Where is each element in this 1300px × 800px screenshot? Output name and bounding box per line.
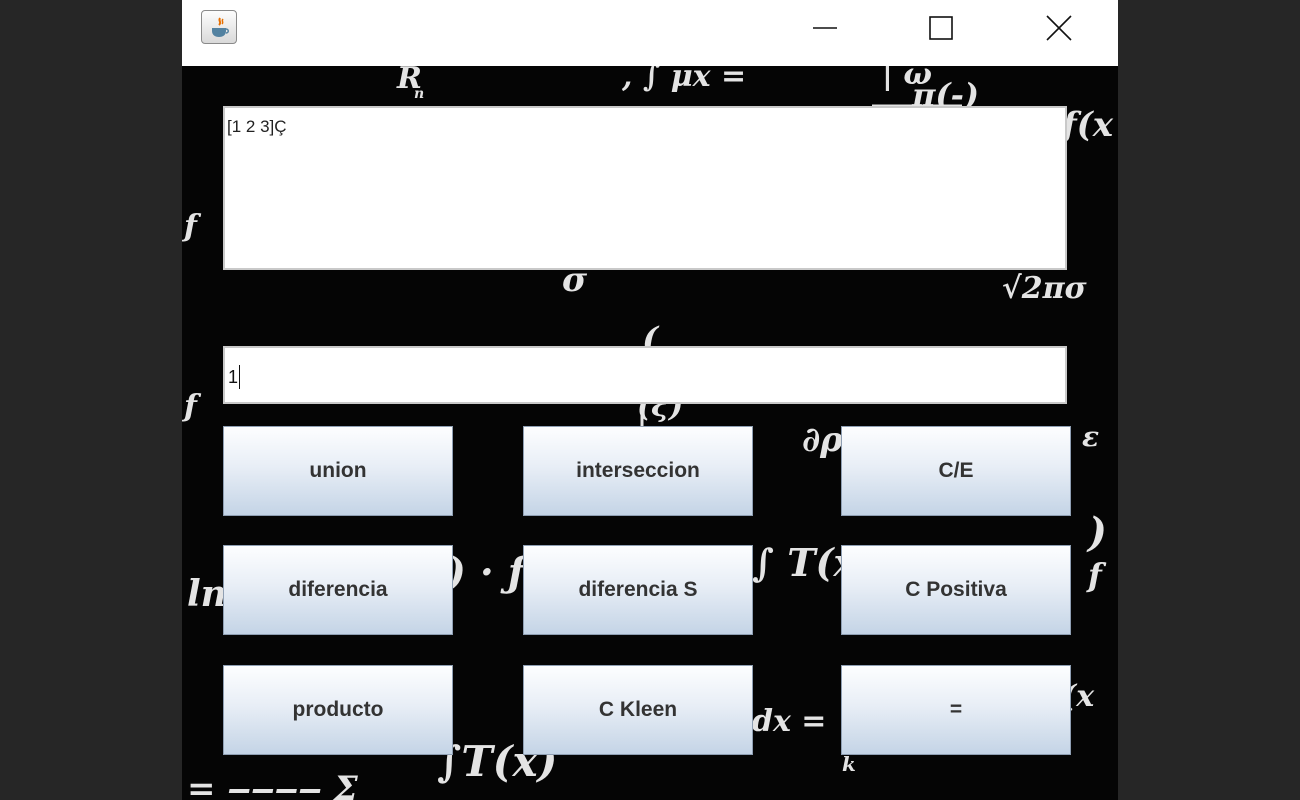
- svg-text:ln: ln: [187, 573, 227, 615]
- minimize-icon: [813, 27, 837, 29]
- output-text: [1 2 3]Ç: [227, 117, 287, 136]
- union-button[interactable]: union: [223, 426, 453, 516]
- close-icon: [1046, 15, 1072, 41]
- svg-text:) · ƒ: ) · ƒ: [445, 549, 531, 596]
- svg-text:n: n: [414, 86, 424, 102]
- maximize-button[interactable]: [918, 0, 964, 56]
- app-window: R n , ∫ μx = | ω π(-) f(x ƒ σ √2πσ ( ƒ (…: [182, 0, 1118, 800]
- svg-text:ε: ε: [1082, 420, 1099, 453]
- c-kleen-button[interactable]: C Kleen: [523, 665, 753, 755]
- input-value: 1: [228, 367, 239, 387]
- minimize-button[interactable]: [802, 0, 848, 56]
- svg-text:dx =: dx =: [752, 704, 826, 739]
- diferencia-s-button[interactable]: diferencia S: [523, 545, 753, 635]
- close-button[interactable]: [1036, 0, 1082, 56]
- output-text-area[interactable]: [1 2 3]Ç: [223, 106, 1067, 270]
- svg-text:f(x: f(x: [1060, 105, 1114, 145]
- svg-text:√2πσ: √2πσ: [1002, 271, 1088, 306]
- svg-text:f: f: [1086, 556, 1107, 594]
- producto-button[interactable]: producto: [223, 665, 453, 755]
- interseccion-button[interactable]: interseccion: [523, 426, 753, 516]
- c-positiva-button[interactable]: C Positiva: [841, 545, 1071, 635]
- ce-button[interactable]: C/E: [841, 426, 1071, 516]
- maximize-icon: [929, 16, 953, 40]
- input-field[interactable]: 1: [223, 346, 1067, 404]
- svg-text:): ): [1086, 509, 1107, 556]
- svg-text:k: k: [842, 752, 856, 776]
- equals-button[interactable]: =: [841, 665, 1071, 755]
- title-bar: [182, 0, 1118, 66]
- svg-text:ƒ: ƒ: [182, 209, 202, 244]
- content-panel: R n , ∫ μx = | ω π(-) f(x ƒ σ √2πσ ( ƒ (…: [182, 66, 1118, 800]
- svg-text:∂ρ: ∂ρ: [802, 420, 843, 460]
- diferencia-button[interactable]: diferencia: [223, 545, 453, 635]
- svg-text:ƒ: ƒ: [182, 389, 202, 424]
- java-cup-icon[interactable]: [201, 10, 237, 44]
- svg-text:, ∫ μx =: , ∫ μx =: [621, 66, 746, 94]
- text-caret: [239, 365, 241, 389]
- svg-text:= ‒‒‒‒ Σ: = ‒‒‒‒ Σ: [187, 769, 359, 800]
